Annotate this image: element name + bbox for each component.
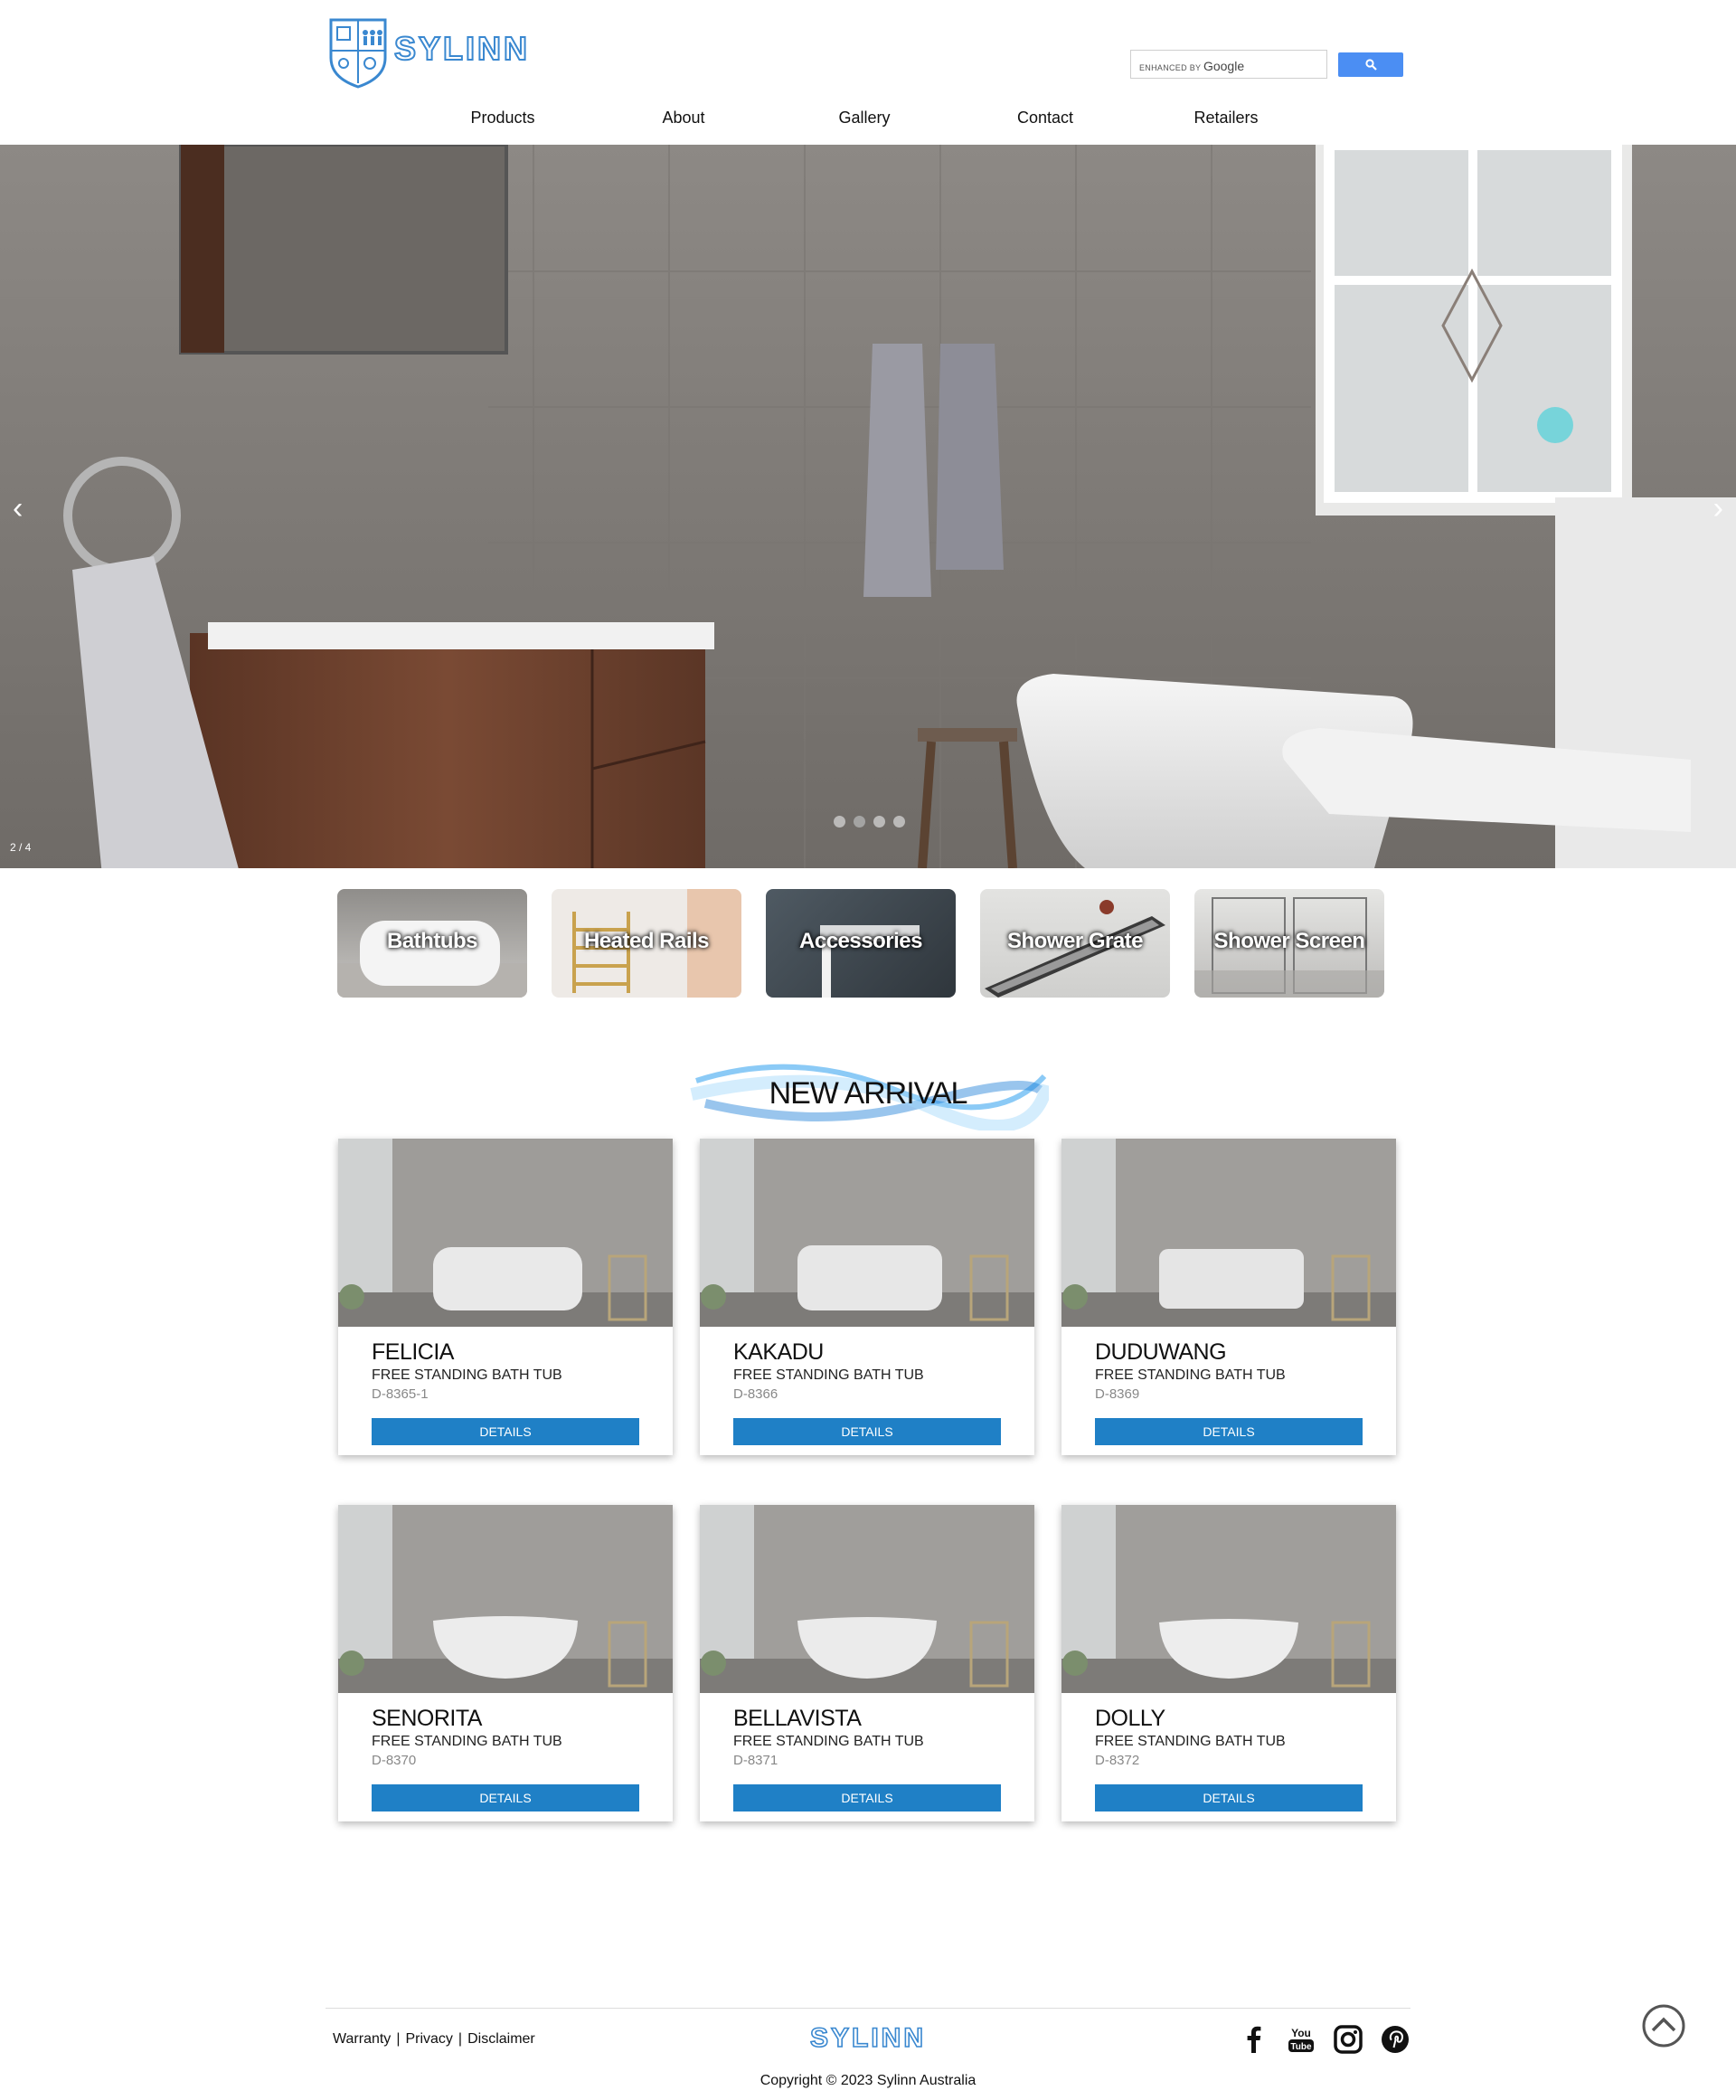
pinterest-icon[interactable] — [1380, 2024, 1410, 2055]
product-name: SENORITA — [372, 1706, 482, 1731]
nav-retailers[interactable]: Retailers — [1194, 109, 1258, 128]
category-heated-rails[interactable]: Heated Rails — [552, 889, 741, 998]
category-label: Shower Grate — [1006, 929, 1144, 953]
slide-counter: 2 / 4 — [10, 841, 32, 854]
footer-separator: | — [396, 2031, 401, 2047]
copyright-text: Copyright © 2023 Sylinn Australia — [760, 2073, 976, 2088]
product-code: D-8371 — [733, 1753, 778, 1768]
svg-text:SYLINN: SYLINN — [394, 30, 530, 67]
product-image[interactable] — [1061, 1505, 1396, 1693]
search-input[interactable]: ENHANCED BY Google — [1130, 50, 1327, 79]
warranty-link[interactable]: Warranty — [333, 2031, 391, 2048]
product-card: DUDUWANG FREE STANDING BATH TUB D-8369 D… — [1061, 1139, 1396, 1455]
nav-about[interactable]: About — [662, 109, 704, 128]
product-card: KAKADU FREE STANDING BATH TUB D-8366 DET… — [700, 1139, 1034, 1455]
footer-links: Warranty | Privacy | Disclaimer — [333, 2031, 535, 2048]
category-label: Shower Screen — [1213, 929, 1365, 953]
disclaimer-link[interactable]: Disclaimer — [467, 2031, 535, 2048]
slider-dot[interactable] — [854, 816, 865, 828]
svg-text:Tube: Tube — [1290, 2042, 1312, 2052]
nav-contact[interactable]: Contact — [1017, 109, 1073, 128]
product-image[interactable] — [700, 1505, 1034, 1693]
details-button[interactable]: DETAILS — [733, 1784, 1001, 1811]
category-label: Accessories — [799, 929, 922, 953]
instagram-icon[interactable] — [1333, 2024, 1363, 2055]
product-type: FREE STANDING BATH TUB — [733, 1367, 924, 1383]
hero-bathroom-image — [0, 145, 1736, 868]
product-image[interactable] — [700, 1139, 1034, 1327]
slider-next-arrow[interactable]: › — [1713, 493, 1723, 524]
new-arrival-header: NEW ARRIVAL — [687, 1054, 1049, 1130]
category-label: Heated Rails — [583, 929, 710, 953]
google-search: ENHANCED BY Google — [1130, 50, 1403, 79]
product-name: KAKADU — [733, 1339, 824, 1365]
footer-divider — [326, 2008, 1410, 2009]
slider-prev-arrow[interactable]: ‹ — [13, 493, 23, 524]
slider-dots — [834, 816, 906, 828]
search-icon — [1365, 59, 1377, 71]
footer-separator: | — [458, 2031, 463, 2047]
product-card: BELLAVISTA FREE STANDING BATH TUB D-8371… — [700, 1505, 1034, 1821]
slider-dot[interactable] — [873, 816, 885, 828]
product-image[interactable] — [1061, 1139, 1396, 1327]
product-code: D-8372 — [1095, 1753, 1140, 1768]
product-image[interactable] — [338, 1505, 673, 1693]
new-arrival-title: NEW ARRIVAL — [769, 1076, 968, 1111]
category-shower-screen[interactable]: Shower Screen — [1194, 889, 1384, 998]
product-type: FREE STANDING BATH TUB — [733, 1734, 924, 1749]
site-header: SYLINN ENHANCED BY Google Products About… — [0, 0, 1736, 145]
search-brand-label: ENHANCED BY Google — [1139, 59, 1245, 73]
product-type: FREE STANDING BATH TUB — [372, 1367, 562, 1383]
product-code: D-8369 — [1095, 1386, 1140, 1402]
hero-slider: ‹ › 2 / 4 — [0, 145, 1736, 868]
product-name: DUDUWANG — [1095, 1339, 1227, 1365]
details-button[interactable]: DETAILS — [1095, 1784, 1363, 1811]
nav-gallery[interactable]: Gallery — [838, 109, 890, 128]
product-code: D-8365-1 — [372, 1386, 429, 1402]
product-code: D-8370 — [372, 1753, 417, 1768]
nav-products[interactable]: Products — [470, 109, 534, 128]
main-nav: Products About Gallery Contact Retailers — [0, 109, 1736, 136]
category-accessories[interactable]: Accessories — [766, 889, 956, 998]
details-button[interactable]: DETAILS — [372, 1784, 639, 1811]
youtube-icon[interactable]: You Tube — [1286, 2024, 1316, 2055]
product-card: SENORITA FREE STANDING BATH TUB D-8370 D… — [338, 1505, 673, 1821]
product-type: FREE STANDING BATH TUB — [372, 1734, 562, 1749]
facebook-icon[interactable] — [1239, 2024, 1269, 2055]
product-type: FREE STANDING BATH TUB — [1095, 1734, 1286, 1749]
slider-dot[interactable] — [893, 816, 905, 828]
privacy-link[interactable]: Privacy — [405, 2031, 452, 2048]
category-bathtubs[interactable]: Bathtubs — [337, 889, 527, 998]
details-button[interactable]: DETAILS — [372, 1418, 639, 1445]
product-name: DOLLY — [1095, 1706, 1165, 1731]
scroll-to-top-icon[interactable] — [1641, 2003, 1686, 2048]
product-name: BELLAVISTA — [733, 1706, 862, 1731]
search-button[interactable] — [1338, 52, 1403, 77]
product-name: FELICIA — [372, 1339, 454, 1365]
details-button[interactable]: DETAILS — [733, 1418, 1001, 1445]
details-button[interactable]: DETAILS — [1095, 1418, 1363, 1445]
footer-logo: SYLINN — [809, 2023, 926, 2052]
category-shower-grate[interactable]: Shower Grate — [980, 889, 1170, 998]
product-type: FREE STANDING BATH TUB — [1095, 1367, 1286, 1383]
svg-text:SYLINN: SYLINN — [810, 2023, 926, 2052]
product-code: D-8366 — [733, 1386, 778, 1402]
sylinn-logo[interactable]: SYLINN — [329, 16, 555, 89]
slider-dot[interactable] — [834, 816, 845, 828]
svg-text:You: You — [1291, 2027, 1311, 2039]
category-label: Bathtubs — [387, 929, 478, 953]
product-card: DOLLY FREE STANDING BATH TUB D-8372 DETA… — [1061, 1505, 1396, 1821]
product-card: FELICIA FREE STANDING BATH TUB D-8365-1 … — [338, 1139, 673, 1455]
product-image[interactable] — [338, 1139, 673, 1327]
